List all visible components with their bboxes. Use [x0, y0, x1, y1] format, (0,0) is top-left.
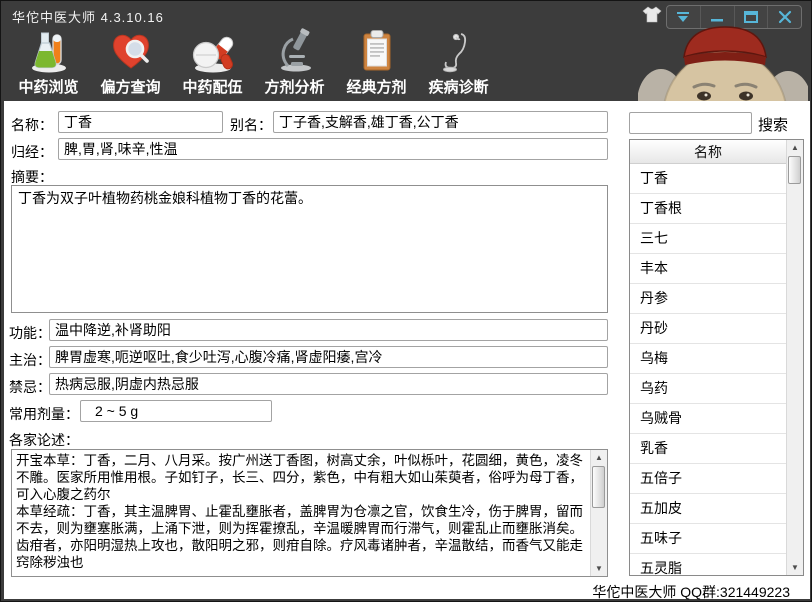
toolbar-item-herb-browse[interactable]: 中药浏览 — [11, 28, 86, 97]
list-item[interactable]: 五加皮 — [630, 494, 786, 524]
list-item[interactable]: 丹参 — [630, 284, 786, 314]
scroll-up-icon[interactable]: ▲ — [591, 450, 607, 465]
stethoscope-icon — [435, 28, 483, 74]
app-window: 华佗中医大师 4.3.10.16 — [0, 0, 812, 602]
toolbar-item-label: 经典方剂 — [346, 76, 406, 97]
alias-input[interactable]: 丁子香,支解香,雄丁香,公丁香 — [273, 111, 608, 133]
list-item[interactable]: 丁香 — [630, 164, 786, 194]
list-rows: 丁香 丁香根 三七 丰本 丹参 丹砂 乌梅 乌药 乌贼骨 乳香 五倍子 五加皮 … — [630, 164, 786, 575]
list-item[interactable]: 乌贼骨 — [630, 404, 786, 434]
toolbar-item-label: 中药浏览 — [18, 76, 78, 97]
shirt-icon[interactable] — [642, 6, 662, 24]
herb-list: 名称 丁香 丁香根 三七 丰本 丹参 丹砂 乌梅 乌药 乌贼骨 乳香 五倍子 五… — [629, 139, 804, 576]
list-scrollbar[interactable]: ▲ ▼ — [786, 140, 803, 575]
scrollbar-thumb[interactable] — [592, 466, 605, 508]
scroll-down-icon[interactable]: ▼ — [591, 561, 607, 576]
heart-magnifier-icon — [107, 28, 155, 74]
toolbar-item-classic-formula[interactable]: 经典方剂 — [339, 28, 414, 97]
toolbar-item-disease-diagnosis[interactable]: 疾病诊断 — [421, 28, 496, 97]
meridian-label: 归经： — [11, 142, 53, 162]
summary-label: 摘要： — [11, 167, 53, 187]
discussion-textarea[interactable]: 开宝本草：丁香，二月、八月采。按广州送丁香图，树高丈余，叶似栎叶，花圆细，黄色，… — [11, 449, 608, 577]
toolbar-item-label: 疾病诊断 — [428, 76, 488, 97]
scrollbar-thumb[interactable] — [788, 156, 801, 184]
huatuo-portrait — [638, 25, 808, 101]
list-item[interactable]: 乌药 — [630, 374, 786, 404]
dosage-label: 常用剂量： — [9, 404, 79, 424]
list-item[interactable]: 五倍子 — [630, 464, 786, 494]
indication-label: 主治： — [9, 350, 51, 370]
summary-textarea[interactable]: 丁香为双子叶植物药桃金娘科植物丁香的花蕾。 — [11, 185, 608, 313]
pills-icon — [189, 28, 237, 74]
statusbar-text: 华佗中医大师 QQ群:321449223 — [592, 582, 790, 602]
dosage-input[interactable]: 2 ~ 5 g — [80, 400, 272, 422]
toolbar-item-remedy-search[interactable]: 偏方查询 — [93, 28, 168, 97]
list-item[interactable]: 丰本 — [630, 254, 786, 284]
toolbar-item-formula-analysis[interactable]: 方剂分析 — [257, 28, 332, 97]
summary-text: 丁香为双子叶植物药桃金娘科植物丁香的花蕾。 — [12, 186, 607, 210]
scroll-down-icon[interactable]: ▼ — [787, 560, 803, 575]
alias-label: 别名： — [230, 115, 272, 135]
list-item[interactable]: 三七 — [630, 224, 786, 254]
function-label: 功能： — [9, 323, 51, 343]
meridian-input[interactable]: 脾,胃,肾,味辛,性温 — [58, 138, 608, 160]
indication-input[interactable]: 脾胃虚寒,呃逆呕吐,食少吐泻,心腹冷痛,肾虚阳痿,宫冷 — [49, 346, 608, 368]
list-header[interactable]: 名称 — [630, 140, 786, 164]
toolbar-item-herb-compat[interactable]: 中药配伍 — [175, 28, 250, 97]
name-label: 名称： — [11, 115, 53, 135]
flask-icon — [25, 28, 73, 74]
list-item[interactable]: 五灵脂 — [630, 554, 786, 575]
clipboard-icon — [353, 28, 401, 74]
taboo-input[interactable]: 热病忌服,阴虚内热忌服 — [49, 373, 608, 395]
search-button[interactable]: 搜索 — [758, 114, 788, 135]
discussion-label: 各家论述： — [9, 430, 79, 450]
search-input[interactable] — [629, 112, 752, 134]
toolbar-item-label: 中药配伍 — [182, 76, 242, 97]
content-panel: 名称： 丁香 别名： 丁子香,支解香,雄丁香,公丁香 归经： 脾,胃,肾,味辛,… — [4, 101, 810, 599]
list-item[interactable]: 乳香 — [630, 434, 786, 464]
name-input[interactable]: 丁香 — [58, 111, 223, 133]
discussion-text: 开宝本草：丁香，二月、八月采。按广州送丁香图，树高丈余，叶似栎叶，花圆细，黄色，… — [12, 450, 590, 573]
toolbar-item-label: 方剂分析 — [264, 76, 324, 97]
scroll-up-icon[interactable]: ▲ — [787, 140, 803, 155]
list-item[interactable]: 乌梅 — [630, 344, 786, 374]
toolbar-item-label: 偏方查询 — [100, 76, 160, 97]
toolbar: 中药浏览 偏方查询 — [11, 28, 496, 97]
list-item[interactable]: 五味子 — [630, 524, 786, 554]
list-item[interactable]: 丁香根 — [630, 194, 786, 224]
window-title: 华佗中医大师 4.3.10.16 — [12, 7, 164, 26]
discussion-scrollbar[interactable]: ▲ ▼ — [590, 450, 607, 576]
function-input[interactable]: 温中降逆,补肾助阳 — [49, 319, 608, 341]
microscope-icon — [271, 28, 319, 74]
list-item[interactable]: 丹砂 — [630, 314, 786, 344]
taboo-label: 禁忌： — [9, 377, 51, 397]
